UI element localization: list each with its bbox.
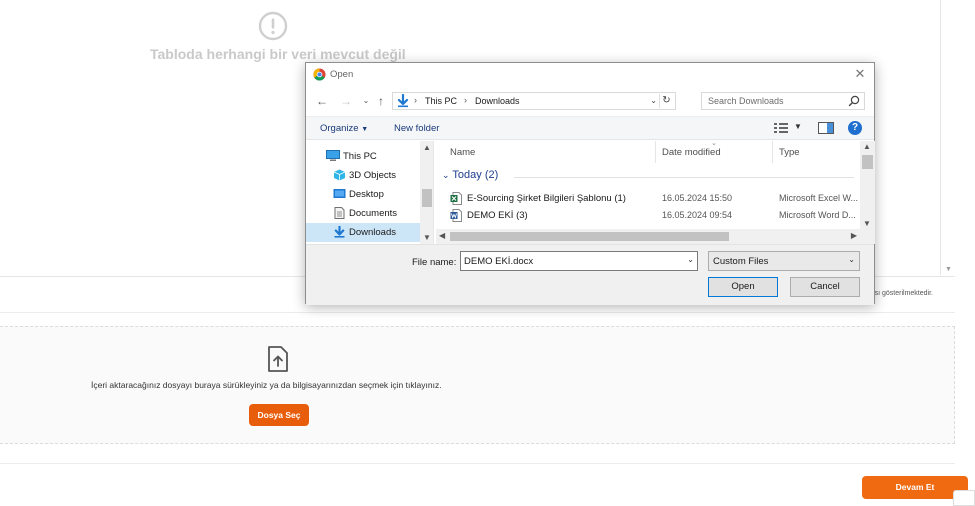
file-list-vertical-scrollbar[interactable]: ▲ ▼ xyxy=(860,141,875,229)
scroll-left-arrow-icon[interactable]: ◀ xyxy=(439,231,445,240)
nav-item-label: Desktop xyxy=(349,189,384,200)
dialog-footer: File name: ⌄ Custom Files ⌄ Open Cancel xyxy=(306,244,874,305)
open-button[interactable]: Open xyxy=(708,277,778,297)
breadcrumb-separator: › xyxy=(464,95,467,105)
view-dropdown-icon[interactable]: ▼ xyxy=(794,122,802,131)
nav-item-label: Documents xyxy=(349,208,398,219)
breadcrumb-this-pc[interactable]: This PC xyxy=(425,96,457,106)
file-upload-icon xyxy=(268,346,288,372)
scrollbar-thumb[interactable] xyxy=(450,232,729,241)
breadcrumb-separator: › xyxy=(414,95,417,105)
group-header-label: Today (2) xyxy=(452,169,499,181)
choose-file-button[interactable]: Dosya Seç xyxy=(249,404,309,426)
nav-item-downloads[interactable]: Downloads xyxy=(306,223,420,242)
file-type: Microsoft Word D... xyxy=(779,210,856,220)
chevron-down-icon: ⌄ xyxy=(442,170,450,180)
forward-arrow-icon[interactable]: → xyxy=(338,93,354,109)
scroll-down-arrow-icon[interactable]: ▼ xyxy=(423,233,431,242)
back-arrow-icon[interactable]: ← xyxy=(314,93,330,109)
up-arrow-icon[interactable]: ↑ xyxy=(373,93,389,109)
desktop-icon xyxy=(333,189,346,198)
file-name-label: File name: xyxy=(412,257,457,268)
help-icon[interactable]: ? xyxy=(848,121,862,135)
column-header-name[interactable]: Name xyxy=(436,141,656,163)
cancel-button[interactable]: Cancel xyxy=(790,277,860,297)
nav-item-this-pc[interactable]: This PC xyxy=(306,147,420,166)
file-row[interactable]: DEMO EKİ (3) 16.05.2024 09:54 Microsoft … xyxy=(436,207,860,224)
breadcrumb-downloads[interactable]: Downloads xyxy=(475,96,520,106)
nav-item-3d-objects[interactable]: 3D Objects xyxy=(306,166,420,185)
file-type-select[interactable]: Custom Files ⌄ xyxy=(708,251,860,271)
navigation-pane: This PC 3D Objects Desktop Documents Dow… xyxy=(306,141,434,244)
file-date: 16.05.2024 15:50 xyxy=(662,193,733,203)
file-name: DEMO EKİ (3) xyxy=(467,210,528,221)
sort-chevron-icon: ⌄ xyxy=(711,141,717,147)
documents-icon xyxy=(334,207,345,219)
preview-pane-icon[interactable] xyxy=(818,122,834,134)
organize-label: Organize xyxy=(320,123,359,134)
scroll-down-arrow-icon[interactable]: ▼ xyxy=(863,219,871,228)
3d-objects-icon xyxy=(333,169,346,181)
file-name-input[interactable] xyxy=(461,252,681,270)
nav-pane-scrollbar[interactable]: ▲ ▼ xyxy=(420,141,433,244)
refresh-icon[interactable]: ↻ xyxy=(659,94,673,108)
file-name: E-Sourcing Şirket Bilgileri Şablonu (1) xyxy=(467,193,626,204)
upload-instruction: İçeri aktaracağınız dosyayı buraya sürük… xyxy=(91,380,442,390)
nav-item-desktop[interactable]: Desktop xyxy=(306,185,420,204)
view-options-icon[interactable] xyxy=(774,123,788,133)
search-box[interactable] xyxy=(701,92,865,110)
command-bar: Organize ▼ New folder ▼ ? xyxy=(306,116,874,140)
page-scrollbar[interactable]: ▼ xyxy=(940,0,955,275)
file-type-selected: Custom Files xyxy=(713,256,769,267)
scroll-up-arrow-icon[interactable]: ▲ xyxy=(863,142,871,151)
chevron-down-icon[interactable]: ⌄ xyxy=(687,255,694,264)
navigation-bar: ← → ⌄ ↑ › This PC › Downloads ⌄ ↻ xyxy=(306,89,874,113)
chat-widget-icon[interactable] xyxy=(953,490,975,506)
open-file-dialog: Open ✕ ← → ⌄ ↑ › This PC › Downloads ⌄ ↻ xyxy=(305,62,875,305)
column-header-type[interactable]: Type xyxy=(773,141,860,163)
file-date: 16.05.2024 09:54 xyxy=(662,210,733,220)
file-list-horizontal-scrollbar[interactable]: ◀ ▶ xyxy=(436,229,875,244)
nav-item-documents[interactable]: Documents xyxy=(306,204,420,223)
organize-menu[interactable]: Organize ▼ xyxy=(320,123,368,134)
scroll-down-arrow-icon[interactable]: ▼ xyxy=(945,266,952,273)
nav-item-label: Downloads xyxy=(349,227,396,238)
search-input[interactable] xyxy=(702,93,842,109)
word-file-icon xyxy=(450,209,462,222)
computer-icon xyxy=(326,150,340,161)
address-dropdown-icon[interactable]: ⌄ xyxy=(650,96,657,105)
address-bar[interactable]: › This PC › Downloads ⌄ ↻ xyxy=(392,92,676,110)
file-type: Microsoft Excel W... xyxy=(779,193,859,203)
close-icon[interactable]: ✕ xyxy=(852,66,868,82)
dialog-titlebar[interactable]: Open ✕ xyxy=(306,63,874,87)
scroll-right-arrow-icon[interactable]: ▶ xyxy=(851,231,857,240)
page: Tabloda herhangi bir veri mevcut değil ▼… xyxy=(0,0,975,506)
file-name-combobox[interactable]: ⌄ xyxy=(460,251,698,271)
chrome-icon xyxy=(313,68,326,81)
recent-locations-chevron-icon[interactable]: ⌄ xyxy=(358,93,374,109)
scrollbar-thumb[interactable] xyxy=(862,155,873,169)
group-divider xyxy=(514,177,854,178)
exclamation-circle-icon xyxy=(258,11,288,41)
scroll-up-arrow-icon[interactable]: ▲ xyxy=(423,143,431,152)
empty-table-message: Tabloda herhangi bir veri mevcut değil xyxy=(150,46,406,62)
downloads-icon xyxy=(397,94,409,108)
nav-item-label: This PC xyxy=(343,151,377,162)
file-row[interactable]: E-Sourcing Şirket Bilgileri Şablonu (1) … xyxy=(436,190,860,207)
chevron-down-icon: ⌄ xyxy=(848,255,855,264)
new-folder-button[interactable]: New folder xyxy=(394,123,439,134)
chevron-down-icon: ▼ xyxy=(361,126,369,133)
scrollbar-thumb[interactable] xyxy=(422,189,432,207)
excel-file-icon xyxy=(450,192,462,205)
file-list: Name Date modified Type ⌄ ⌄ Today (2) E-… xyxy=(436,141,875,244)
group-header-today[interactable]: ⌄ Today (2) xyxy=(442,169,498,181)
search-icon[interactable] xyxy=(848,95,860,107)
downloads-icon xyxy=(334,226,345,238)
divider xyxy=(0,463,955,464)
dialog-title: Open xyxy=(330,69,354,80)
nav-item-label: 3D Objects xyxy=(349,170,396,181)
